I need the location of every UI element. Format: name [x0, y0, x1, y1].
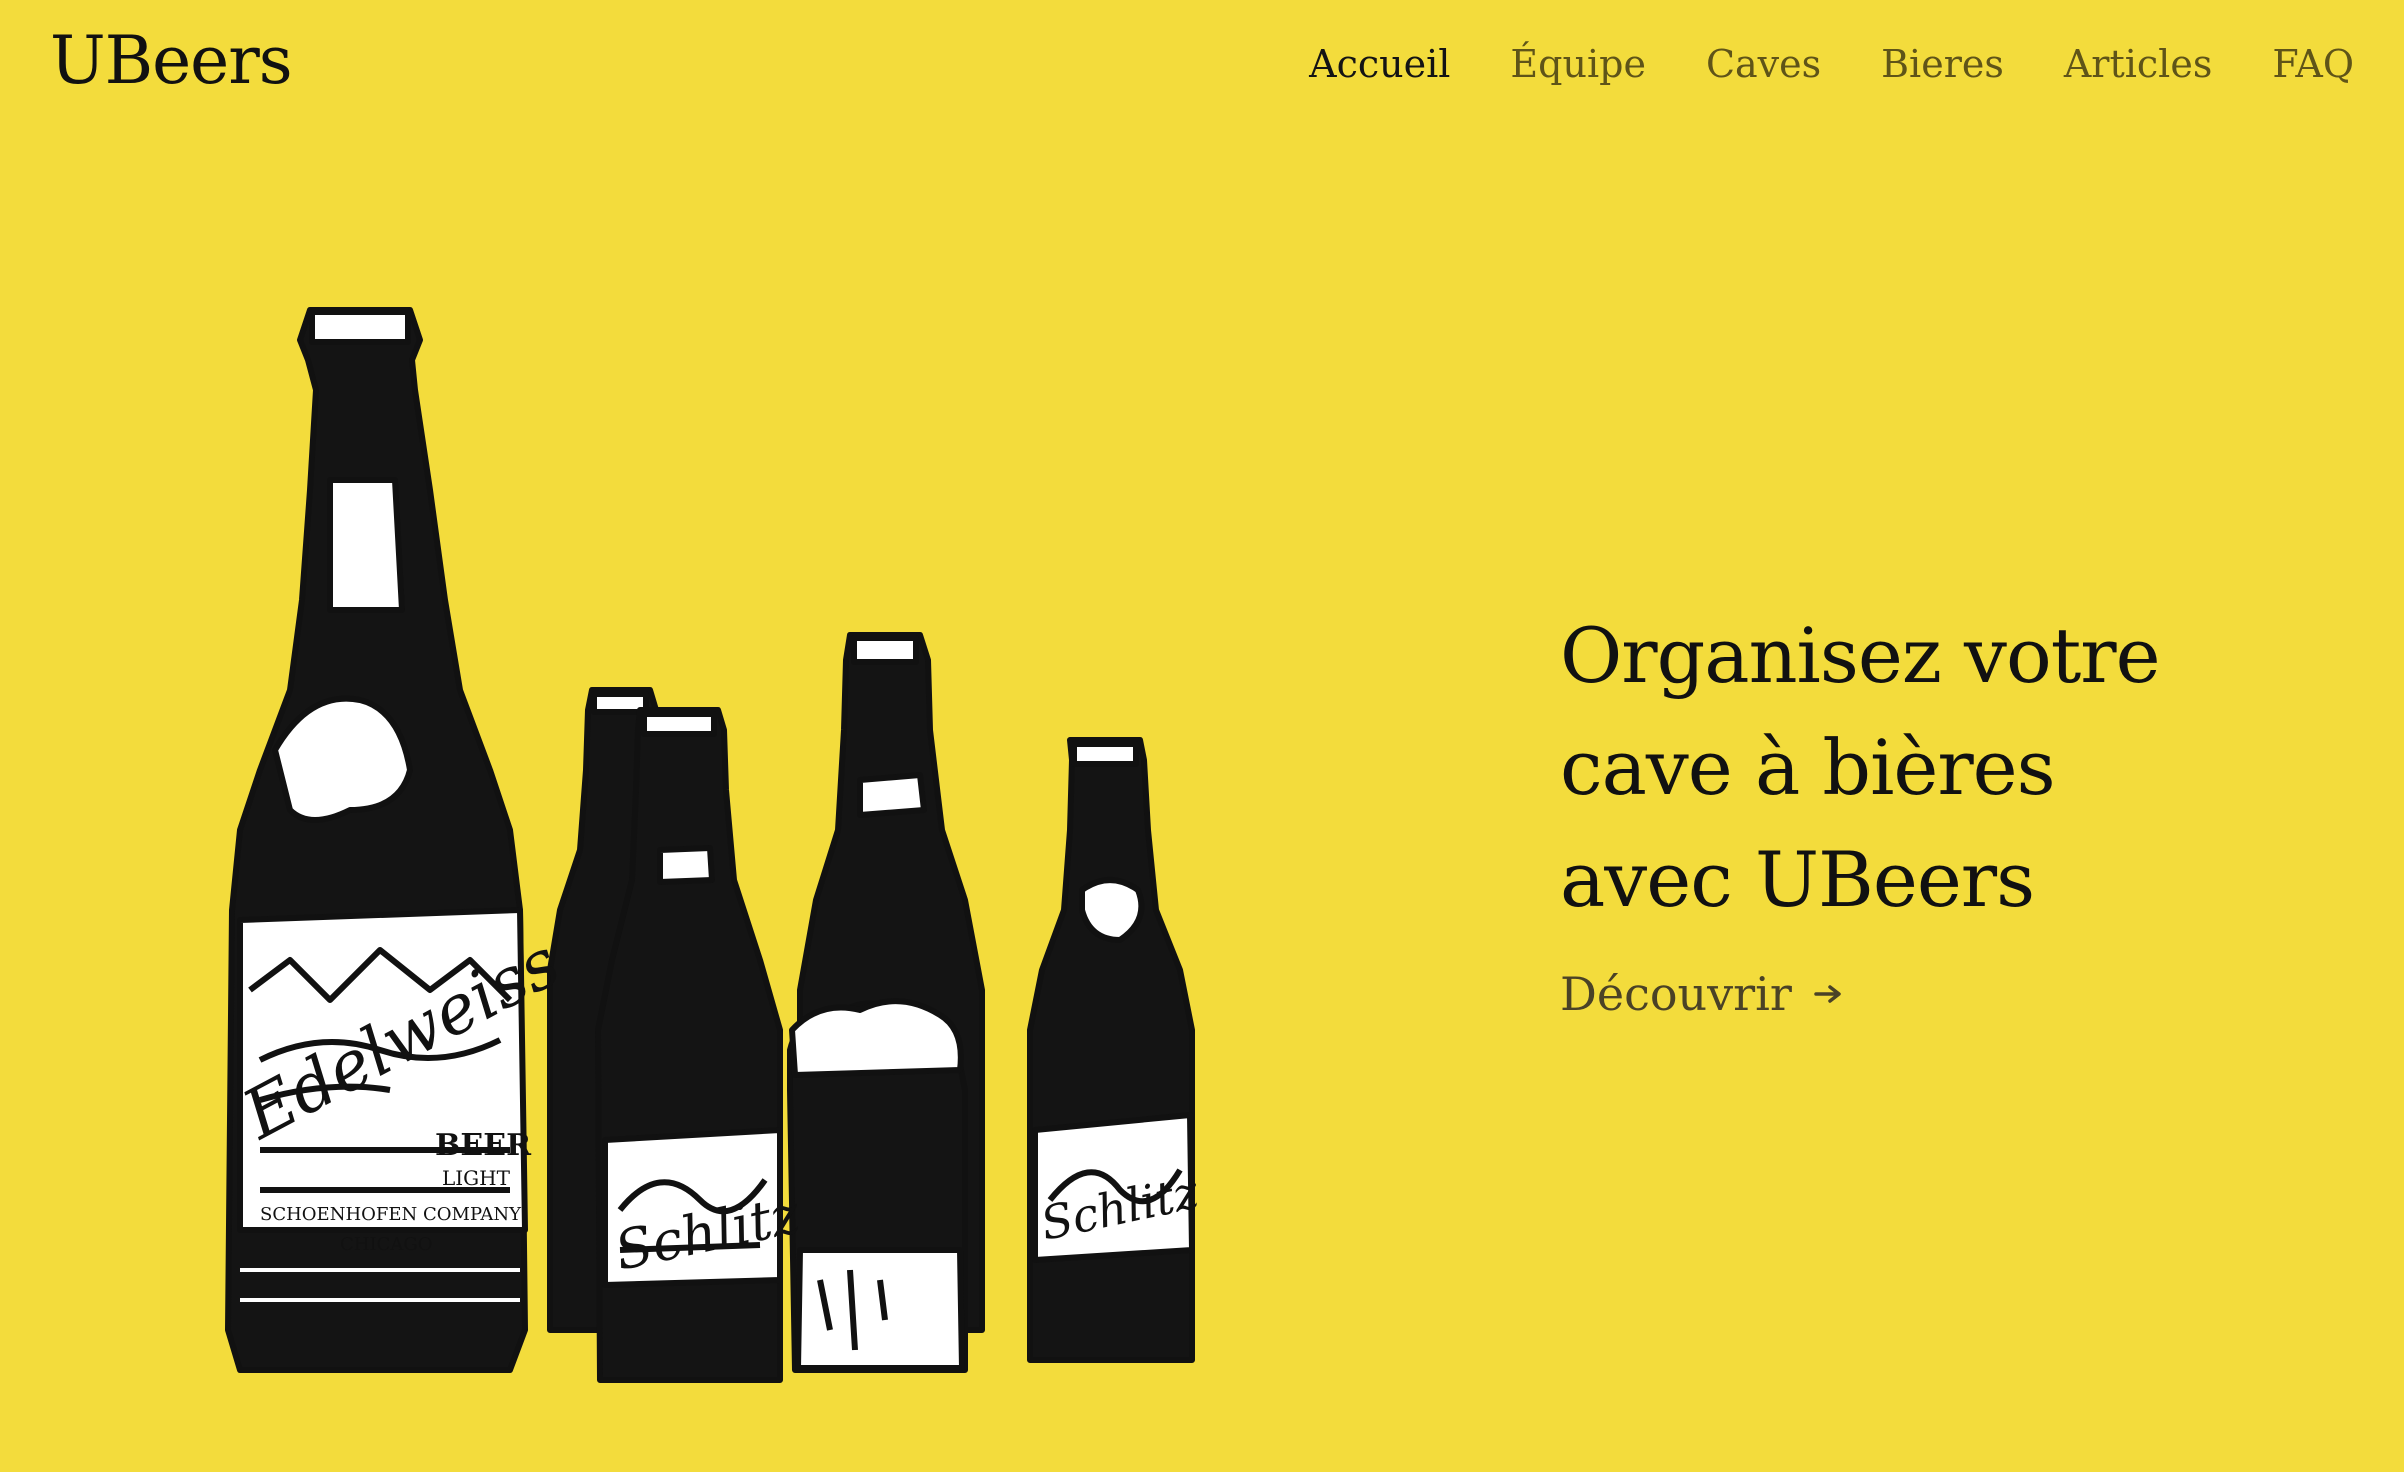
hero-title-line-3: avec UBeers — [1560, 835, 2035, 924]
hero-title-line-2: cave à bières — [1560, 723, 2056, 812]
page: UBeers Accueil Équipe Caves Bieres Artic… — [0, 0, 2404, 1472]
nav-item-equipe[interactable]: Équipe — [1510, 38, 1646, 90]
beer-label-text: BEER — [435, 1128, 532, 1163]
beer-bottles-illustration: Edelweiss BEER LIGHT SCHOENHOFEN COMPANY… — [225, 307, 1204, 1383]
light-label-text: LIGHT — [442, 1166, 511, 1190]
hero-title-line-1: Organisez votre — [1560, 611, 2161, 700]
nav-item-articles[interactable]: Articles — [2064, 38, 2212, 90]
discover-button[interactable]: Découvrir — [1560, 964, 1844, 1024]
hero-section: Organisez votre cave à bières avec UBeer… — [1560, 600, 2340, 1024]
chicago-label-text: CHICAGO — [340, 1234, 433, 1255]
small-bottle — [1027, 737, 1195, 1363]
company-label-text: SCHOENHOFEN COMPANY — [260, 1204, 522, 1225]
nav-item-bieres[interactable]: Bieres — [1881, 38, 2004, 90]
main-nav: Accueil Équipe Caves Bieres Articles FAQ — [1309, 38, 2354, 90]
beer-glass — [787, 998, 968, 1373]
brand-logo[interactable]: UBeers — [50, 22, 293, 100]
arrow-right-icon — [1814, 985, 1841, 1003]
discover-button-label: Découvrir — [1560, 967, 1792, 1021]
nav-item-accueil[interactable]: Accueil — [1309, 38, 1450, 90]
nav-item-faq[interactable]: FAQ — [2272, 38, 2354, 90]
nav-item-caves[interactable]: Caves — [1706, 38, 1821, 90]
hero-title: Organisez votre cave à bières avec UBeer… — [1560, 600, 2340, 936]
